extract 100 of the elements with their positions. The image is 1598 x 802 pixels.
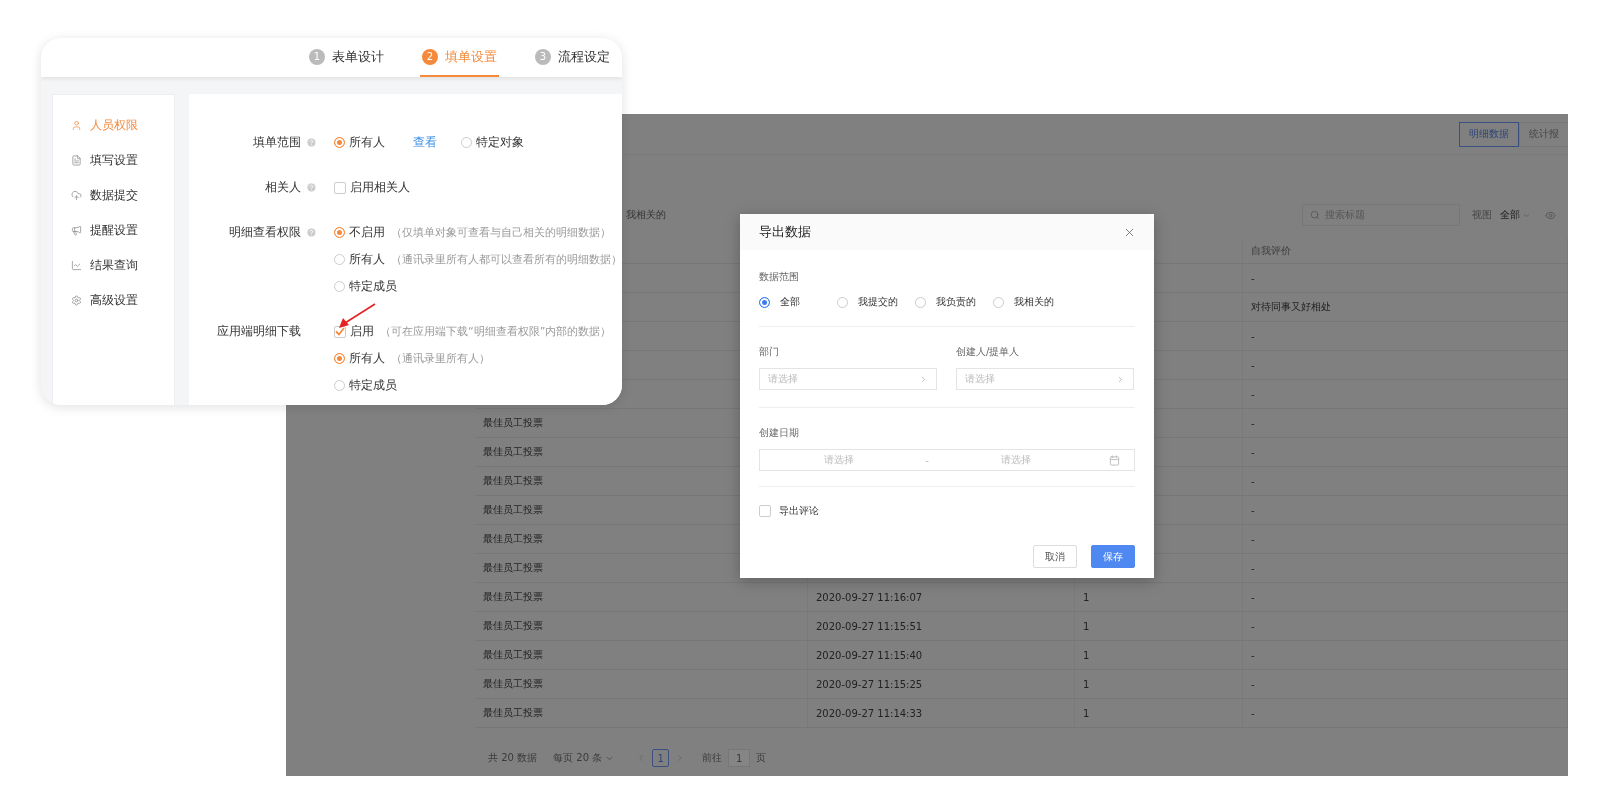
view-link[interactable]: 查看: [413, 134, 437, 151]
radio-button[interactable]: [993, 296, 1004, 308]
total-count: 共 20 数据: [488, 751, 538, 765]
radio-button[interactable]: [334, 353, 345, 364]
cancel-button[interactable]: 取消: [1033, 545, 1077, 568]
table-cell: -: [1251, 359, 1255, 371]
view-tab[interactable]: 明细数据: [1459, 121, 1519, 147]
hint-text: （可在应用端下载“明细查看权限”内部的数据）: [380, 324, 612, 339]
option-label: 特定成员: [349, 377, 397, 394]
sidebar-item[interactable]: 高级设置: [53, 290, 174, 310]
field-label: 应用端明细下载: [217, 323, 301, 340]
cloud-upload-icon: [71, 189, 82, 201]
radio-button[interactable]: [334, 227, 345, 238]
table-cell: 最佳员工投票: [483, 648, 543, 662]
table-cell: -: [1251, 533, 1255, 545]
document-icon: [71, 154, 82, 166]
table-cell: 对待同事又好相处: [1251, 300, 1331, 314]
table-cell: -: [1251, 272, 1255, 284]
chevron-icon: [1116, 374, 1125, 384]
dialog-title: 导出数据: [759, 223, 811, 241]
option-label: 所有人: [349, 251, 385, 268]
field-label: 明细查看权限: [229, 224, 301, 241]
table-cell: 2020-09-27 11:14:33: [816, 707, 923, 719]
sidebar-item[interactable]: 提醒设置: [53, 220, 174, 240]
table-cell: -: [1251, 504, 1255, 516]
radio-button[interactable]: [334, 281, 345, 292]
table-cell: 2020-09-27 11:16:07: [816, 591, 923, 603]
step-tab[interactable]: 1 表单设计: [307, 38, 386, 77]
page-size-dropdown[interactable]: 每页 20 条: [553, 751, 615, 765]
option-label: 我提交的: [858, 295, 899, 309]
table-cell: 1: [1083, 649, 1090, 661]
view-dropdown[interactable]: 全部: [1500, 208, 1531, 222]
sidebar-item[interactable]: 人员权限: [53, 115, 174, 135]
radio-button[interactable]: [915, 296, 926, 308]
table-cell: 1: [1083, 707, 1090, 719]
field-label: 创建日期: [759, 426, 800, 440]
table-cell: 最佳员工投票: [483, 706, 543, 720]
table-cell: -: [1251, 388, 1255, 400]
option-label: 所有人: [349, 350, 385, 367]
step-tab[interactable]: 3 流程设定: [533, 38, 612, 77]
field-label: 部门: [759, 345, 780, 359]
table-cell: -: [1251, 678, 1255, 690]
radio-button[interactable]: [334, 380, 345, 391]
search-icon: [1310, 210, 1320, 220]
table-cell: -: [1251, 475, 1255, 487]
option-label: 我负责的: [936, 295, 977, 309]
person-icon: [71, 119, 82, 131]
checkbox[interactable]: [334, 181, 346, 194]
help-icon[interactable]: [306, 227, 317, 238]
table-cell: -: [1251, 562, 1255, 574]
sidebar-item[interactable]: 数据提交: [53, 185, 174, 205]
sidebar-item[interactable]: 结果查询: [53, 255, 174, 275]
chevron-icon: [919, 374, 928, 384]
table-cell: -: [1251, 417, 1255, 429]
save-button[interactable]: 保存: [1091, 545, 1135, 568]
chart-icon: [71, 259, 82, 271]
help-icon[interactable]: [306, 182, 317, 193]
radio-button[interactable]: [334, 137, 345, 148]
table-cell: 2020-09-27 11:15:40: [816, 649, 923, 661]
option-label: 所有人: [349, 134, 385, 151]
table-cell: 1: [1083, 620, 1090, 632]
page-number[interactable]: 1: [652, 749, 670, 767]
radio-button[interactable]: [837, 296, 848, 308]
table-cell: -: [1251, 707, 1255, 719]
table-cell: 最佳员工投票: [483, 561, 543, 575]
option-label: 不启用: [349, 224, 385, 241]
calendar-icon: [1108, 454, 1120, 466]
field-label: 创建人/提单人: [956, 345, 1021, 359]
select-field[interactable]: 请选择: [759, 368, 937, 390]
field-label: 填单范围: [253, 134, 301, 151]
table-cell: 最佳员工投票: [483, 677, 543, 691]
table-cell: -: [1251, 446, 1255, 458]
date-range-field[interactable]: 请选择 - 请选择: [759, 449, 1135, 471]
table-cell: 最佳员工投票: [483, 474, 543, 488]
table-cell: 2020-09-27 11:15:51: [816, 620, 923, 632]
table-cell: 2020-09-27 11:15:25: [816, 678, 923, 690]
checkbox-label: 导出评论: [779, 504, 819, 518]
megaphone-icon: [71, 224, 82, 236]
field-label: 数据范围: [759, 270, 800, 284]
option-label: 特定成员: [349, 278, 397, 295]
table-cell: 1: [1083, 591, 1090, 603]
table-cell: -: [1251, 591, 1255, 603]
table-cell: 最佳员工投票: [483, 503, 543, 517]
column-header: 自我评价: [1251, 243, 1291, 258]
step-tab[interactable]: 2 填单设置: [420, 38, 499, 77]
radio-button[interactable]: [461, 137, 472, 148]
table-cell: 1: [1083, 678, 1090, 690]
radio-button[interactable]: [334, 254, 345, 265]
filter-tab[interactable]: 我相关的: [626, 208, 666, 222]
page-unit: 页: [756, 751, 767, 765]
page-input[interactable]: 1: [728, 749, 751, 767]
sidebar-item[interactable]: 填写设置: [53, 150, 174, 170]
field-label: 相关人: [265, 179, 301, 196]
radio-button[interactable]: [759, 296, 770, 308]
table-cell: 最佳员工投票: [483, 445, 543, 459]
table-cell: 最佳员工投票: [483, 416, 543, 430]
select-field[interactable]: 请选择: [956, 368, 1134, 390]
checkbox[interactable]: [759, 505, 771, 517]
help-icon[interactable]: [306, 137, 317, 148]
eye-icon[interactable]: [1545, 209, 1556, 221]
